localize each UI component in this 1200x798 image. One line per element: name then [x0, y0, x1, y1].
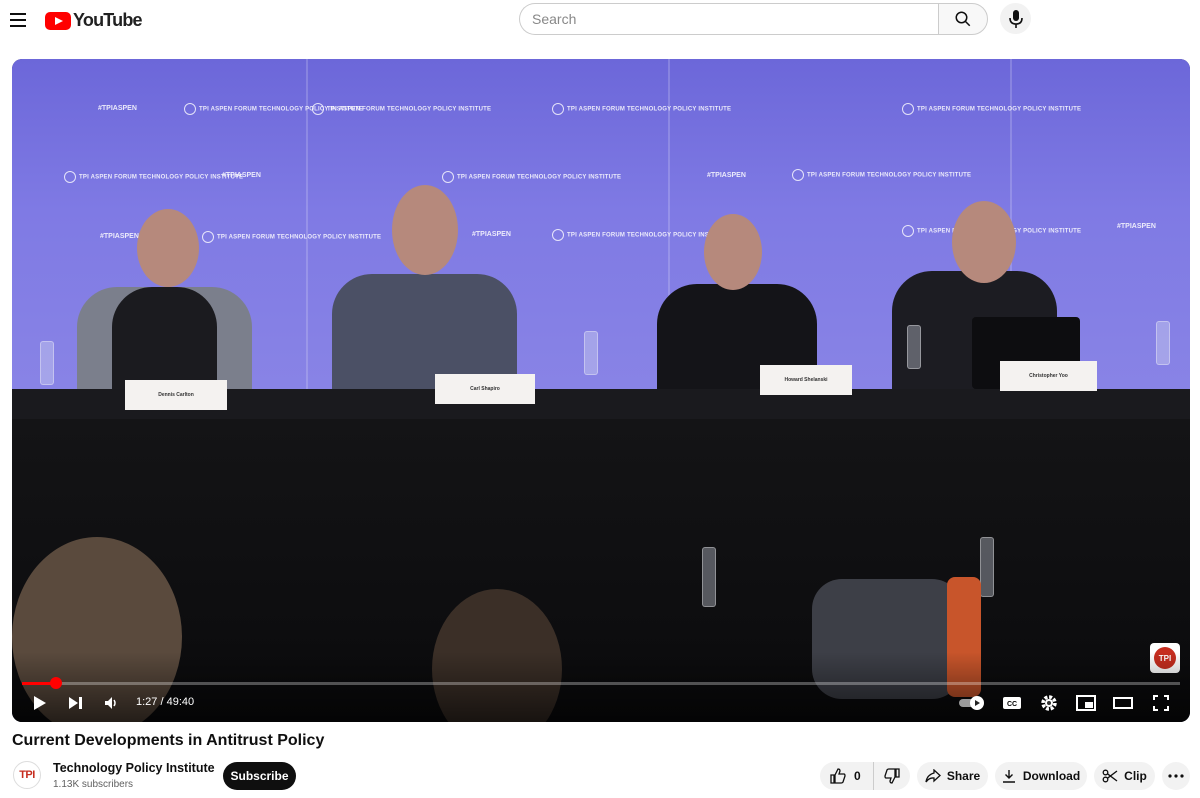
water-bottle [584, 331, 598, 375]
play-button[interactable] [28, 691, 52, 715]
fullscreen-icon [1153, 695, 1169, 711]
subscriber-count: 1.13K subscribers [53, 779, 134, 790]
backdrop-logo: TPI ASPEN FORUM TECHNOLOGY POLICY INSTIT… [64, 171, 243, 183]
download-icon [1002, 770, 1015, 783]
download-label: Download [1022, 769, 1081, 783]
backdrop-logo: TPI ASPEN FORUM TECHNOLOGY POLICY INSTIT… [442, 171, 621, 183]
backdrop-logo: TPI ASPEN FORUM TECHNOLOGY POLICY INSTIT… [552, 229, 731, 241]
backdrop-hashtag: #TPIASPEN [472, 231, 511, 238]
top-bar: YouTube [0, 0, 1200, 56]
settings-button[interactable] [1037, 691, 1061, 715]
autoplay-toggle-icon [959, 696, 984, 710]
nameplate: Howard Shelanski [760, 365, 852, 395]
search-icon [955, 11, 971, 27]
backdrop-hashtag: #TPIASPEN [707, 172, 746, 179]
microphone-icon [1008, 9, 1023, 28]
autoplay-toggle[interactable] [956, 691, 988, 715]
captions-icon: CC [1003, 697, 1021, 709]
scissors-icon [1102, 769, 1118, 783]
water-bottle [980, 537, 994, 597]
like-count: 0 [854, 769, 861, 783]
next-icon [69, 697, 82, 709]
menu-icon[interactable] [8, 8, 32, 32]
volume-icon [105, 697, 116, 709]
miniplayer-button[interactable] [1074, 691, 1098, 715]
water-bottle [1156, 321, 1170, 365]
play-icon [34, 696, 46, 710]
video-player[interactable]: TPI ASPEN FORUM TECHNOLOGY POLICY INSTIT… [12, 59, 1190, 722]
channel-avatar-text: TPI [19, 769, 35, 781]
panelist-head [952, 201, 1016, 283]
channel-name[interactable]: Technology Policy Institute [53, 761, 215, 775]
progress-bar[interactable] [22, 677, 1180, 689]
theater-icon [1113, 697, 1133, 709]
panelist-head [704, 214, 762, 290]
water-bottle [702, 547, 716, 607]
search-button[interactable] [938, 3, 988, 35]
subscribe-button[interactable]: Subscribe [223, 762, 296, 790]
svg-text:CC: CC [1007, 701, 1017, 708]
nameplate: Dennis Carlton [125, 380, 227, 410]
backdrop-seam [306, 59, 308, 439]
search-bar [519, 3, 988, 35]
search-input[interactable] [519, 3, 938, 35]
share-label: Share [946, 769, 981, 783]
nameplate: Christopher Yoo [1000, 361, 1097, 391]
backdrop-hashtag: #TPIASPEN [100, 233, 139, 240]
thumbs-down-icon [884, 768, 900, 784]
youtube-logo[interactable]: YouTube [45, 10, 143, 31]
share-icon [925, 769, 941, 783]
backdrop-logo: TPI ASPEN FORUM TECHNOLOGY POLICY INSTIT… [902, 103, 1081, 115]
clip-label: Clip [1124, 769, 1147, 783]
next-button[interactable] [64, 691, 88, 715]
theater-mode-button[interactable] [1111, 691, 1135, 715]
panelist-head [392, 185, 458, 275]
backdrop-logo: TPI ASPEN FORUM TECHNOLOGY POLICY INSTIT… [202, 231, 381, 243]
backdrop-logo: TPI ASPEN FORUM TECHNOLOGY POLICY INSTIT… [312, 103, 491, 115]
miniplayer-icon [1076, 695, 1096, 711]
water-bottle [40, 341, 54, 385]
fullscreen-button[interactable] [1149, 691, 1173, 715]
logo-text: YouTube [73, 10, 143, 30]
youtube-play-icon [45, 11, 71, 30]
gear-icon [1041, 695, 1057, 711]
video-frame[interactable]: TPI ASPEN FORUM TECHNOLOGY POLICY INSTIT… [12, 59, 1190, 722]
mute-button[interactable] [100, 691, 124, 715]
voice-search-button[interactable] [1000, 3, 1031, 34]
scrubber-handle[interactable] [49, 677, 62, 689]
thumbs-up-icon [830, 768, 846, 784]
backdrop-logo: TPI ASPEN FORUM TECHNOLOGY POLICY INSTIT… [792, 169, 971, 181]
clip-button[interactable]: Clip [1094, 762, 1155, 790]
share-button[interactable]: Share [917, 762, 988, 790]
like-button[interactable]: 0 [820, 762, 874, 790]
like-dislike-group: 0 [820, 762, 910, 790]
panelist-head [137, 209, 199, 287]
backdrop-hashtag: #TPIASPEN [98, 105, 137, 112]
download-button[interactable]: Download [995, 762, 1087, 790]
backdrop-logo: TPI ASPEN FORUM TECHNOLOGY POLICY INSTIT… [552, 103, 731, 115]
time-display: 1:27 / 49:40 [136, 696, 195, 708]
channel-avatar[interactable]: TPI [13, 761, 41, 789]
nameplate: Carl Shapiro [435, 374, 535, 404]
backdrop-hashtag: #TPIASPEN [222, 172, 261, 179]
backdrop-hashtag: #TPIASPEN [1117, 223, 1156, 230]
more-horizontal-icon [1168, 774, 1184, 778]
more-actions-button[interactable] [1162, 762, 1190, 790]
captions-button[interactable]: CC [1000, 691, 1024, 715]
water-bottle [907, 325, 921, 369]
video-title: Current Developments in Antitrust Policy [12, 732, 325, 749]
dislike-button[interactable] [874, 762, 910, 790]
